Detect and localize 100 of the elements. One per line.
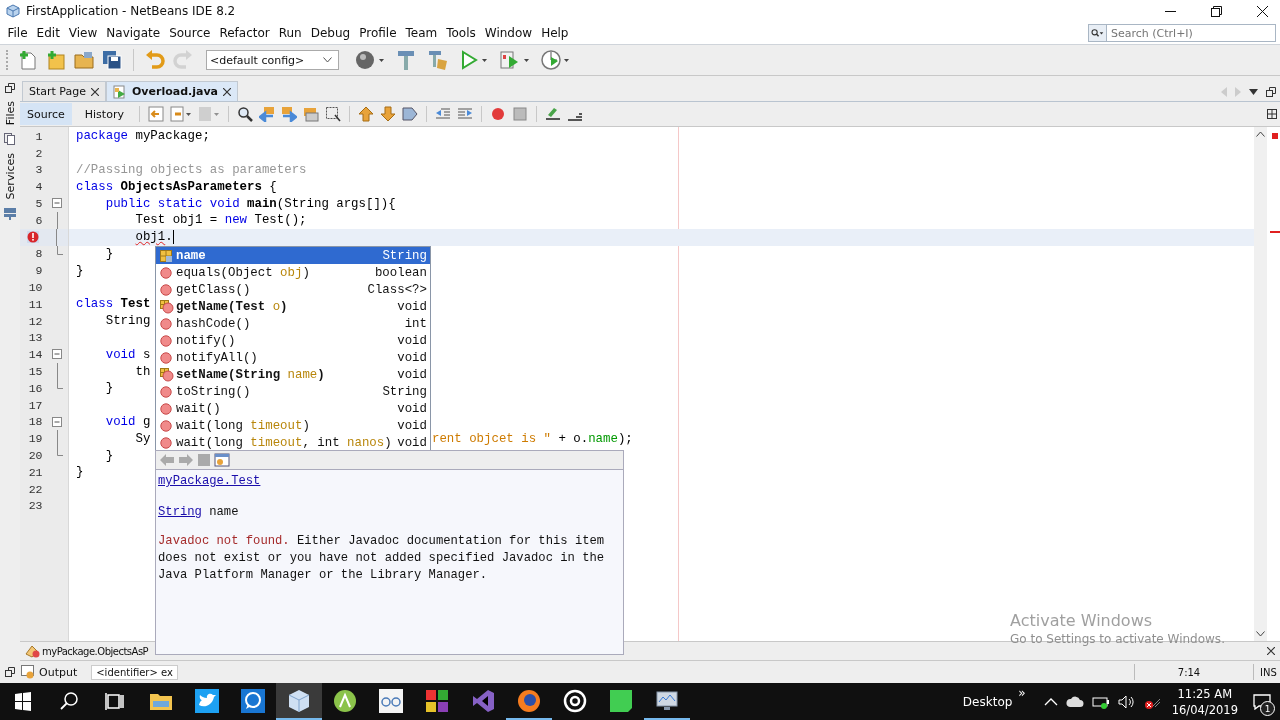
search-field[interactable]: Search (Ctrl+I) <box>1106 24 1276 42</box>
completion-item[interactable]: toString() String <box>156 383 430 400</box>
collapse-icon[interactable] <box>52 198 63 209</box>
completion-item[interactable]: getName(Test o) void <box>156 298 430 315</box>
collapse-icon[interactable] <box>52 416 63 427</box>
menu-item[interactable]: Help <box>536 26 573 40</box>
find-previous-icon[interactable] <box>258 106 275 122</box>
collapse-icon[interactable] <box>52 349 63 360</box>
more-chevron[interactable]: » <box>1018 686 1026 700</box>
menu-item[interactable]: File <box>3 26 33 40</box>
completion-item[interactable]: wait(long timeout, int nanos) void <box>156 434 430 451</box>
scrollbar[interactable] <box>1254 127 1267 641</box>
save-all-icon[interactable] <box>101 49 123 71</box>
window-restore-icon[interactable] <box>5 83 15 93</box>
error-marker[interactable] <box>1270 231 1280 233</box>
close-icon[interactable] <box>1257 5 1268 17</box>
menu-item[interactable]: Debug <box>306 26 355 40</box>
globe-icon[interactable] <box>355 49 385 71</box>
error-marker[interactable] <box>1272 133 1278 139</box>
new-file-icon[interactable] <box>17 49 39 71</box>
completion-item[interactable]: wait() void <box>156 400 430 417</box>
dropdown-icon[interactable] <box>1249 88 1258 95</box>
side-tab[interactable]: Services <box>2 149 18 204</box>
menu-item[interactable]: Navigate <box>101 26 165 40</box>
shift-right-icon[interactable] <box>456 106 473 122</box>
notification-button[interactable]: 1 <box>1244 683 1280 720</box>
down-arrow-icon[interactable] <box>379 106 396 122</box>
view-tab[interactable]: History <box>77 103 131 125</box>
completion-item[interactable]: equals(Object obj) boolean <box>156 264 430 281</box>
menu-item[interactable]: Refactor <box>214 26 275 40</box>
cube-icon[interactable] <box>276 683 322 720</box>
completion-item[interactable]: getClass() Class<?> <box>156 281 430 298</box>
menu-item[interactable]: Source <box>164 26 215 40</box>
completion-item[interactable]: hashCode() int <box>156 315 430 332</box>
close-icon[interactable] <box>223 87 231 96</box>
menu-item[interactable]: Team <box>401 26 442 40</box>
menu-item[interactable]: View <box>64 26 102 40</box>
code-line: rent objcet is " + o.name); <box>432 431 633 446</box>
last-edit-icon[interactable] <box>147 106 164 122</box>
menu-item[interactable]: Run <box>274 26 307 40</box>
shift-left-icon[interactable] <box>434 106 451 122</box>
battery-icon[interactable] <box>1091 694 1110 709</box>
chevron-up-icon[interactable] <box>1043 697 1058 706</box>
cloud-icon[interactable] <box>1065 694 1084 709</box>
open-in-browser-icon[interactable] <box>214 453 230 467</box>
menu-item[interactable]: Edit <box>32 26 65 40</box>
find-next-icon[interactable] <box>280 106 297 122</box>
output-tab[interactable]: Output <box>21 665 78 679</box>
debug-icon[interactable] <box>499 49 531 71</box>
up-arrow-icon[interactable] <box>357 106 374 122</box>
record-icon[interactable] <box>489 106 506 122</box>
completion-item[interactable]: wait(long timeout) void <box>156 417 430 434</box>
run-icon[interactable] <box>459 49 489 71</box>
find-icon[interactable] <box>236 106 253 122</box>
bookmark-icon[interactable] <box>401 106 418 122</box>
editor-tab[interactable]: Overload.java <box>106 81 238 101</box>
new-project-icon[interactable] <box>45 49 67 71</box>
config-dropdown[interactable]: <default config> <box>206 50 339 70</box>
completion-item[interactable]: notify() void <box>156 332 430 349</box>
close-icon[interactable] <box>91 87 99 96</box>
hammer-broom-icon[interactable] <box>427 49 449 71</box>
back-icon[interactable] <box>169 106 192 122</box>
select-icon[interactable] <box>324 106 341 122</box>
completion-item[interactable]: setName(String name) void <box>156 366 430 383</box>
server-icon <box>4 207 16 220</box>
menu-item[interactable]: Window <box>480 26 537 40</box>
app-logo-icon <box>6 4 20 18</box>
hammer-icon[interactable] <box>395 49 417 71</box>
class-link[interactable]: myPackage.Test <box>158 474 261 488</box>
error-icon[interactable] <box>27 231 39 244</box>
method-icon <box>160 334 172 347</box>
window-restore-icon[interactable] <box>5 667 15 677</box>
comment-icon[interactable] <box>544 106 561 122</box>
close-icon[interactable] <box>1267 647 1275 655</box>
highlight-icon[interactable] <box>302 106 319 122</box>
restore-icon[interactable] <box>1211 5 1222 17</box>
clock-time[interactable]: 11:25 AM <box>1177 685 1233 702</box>
clock-date[interactable]: 16/04/2019 <box>1171 701 1238 718</box>
console-icon <box>21 665 35 679</box>
menu-item[interactable]: Tools <box>441 26 481 40</box>
completion-item[interactable]: name String <box>156 247 430 264</box>
status-message: <identifier> ex <box>91 664 178 680</box>
view-tab[interactable]: Source <box>20 103 72 125</box>
editor-tab[interactable]: Start Page <box>22 81 106 101</box>
window-restore-icon[interactable] <box>1266 86 1276 97</box>
search-icon[interactable] <box>1088 24 1106 42</box>
scroll-up-icon[interactable] <box>1256 131 1265 137</box>
line-number: 15 <box>27 365 43 379</box>
split-grid-icon[interactable] <box>1267 109 1277 119</box>
menu-item[interactable]: Profile <box>354 26 401 40</box>
profile-icon[interactable] <box>541 49 571 71</box>
method-icon <box>160 436 172 449</box>
volume-icon[interactable] <box>1117 694 1136 709</box>
caret-icon <box>323 57 332 63</box>
scroll-down-icon[interactable] <box>1256 631 1265 637</box>
breadcrumb[interactable]: myPackage.ObjectsAsP <box>42 645 149 657</box>
desktop-toolbar-label[interactable]: Desktop <box>962 694 1013 709</box>
completion-item[interactable]: notifyAll() void <box>156 349 430 366</box>
side-tab[interactable]: Files <box>2 97 18 130</box>
type-link[interactable]: String <box>158 505 202 519</box>
